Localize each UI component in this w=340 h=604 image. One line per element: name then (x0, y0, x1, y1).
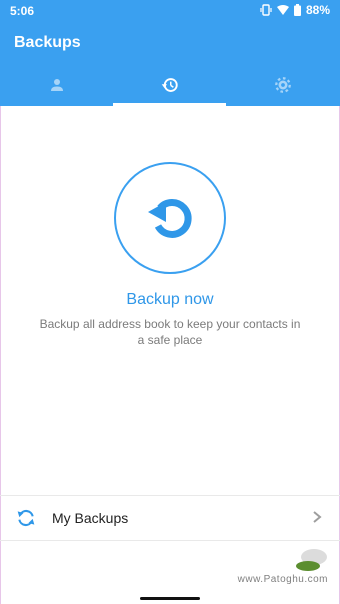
backup-description: Backup all address book to keep your con… (39, 317, 301, 347)
tab-backups[interactable] (113, 64, 226, 106)
page-title: Backups (14, 34, 81, 51)
battery-icon (293, 4, 301, 16)
watermark: www.Patoghu.com (238, 548, 328, 585)
watermark-logo (296, 549, 327, 571)
list-item-label: My Backups (52, 510, 129, 526)
tab-bar (0, 64, 340, 106)
tab-contacts[interactable] (0, 64, 113, 106)
divider (0, 540, 340, 541)
gesture-bar[interactable] (140, 597, 200, 600)
backup-now-button[interactable] (114, 162, 226, 274)
battery-level: 88% (305, 3, 330, 17)
status-time: 5:06 (10, 4, 35, 18)
watermark-text: www.Patoghu.com (237, 574, 328, 585)
history-icon (161, 78, 178, 92)
tab-settings[interactable] (227, 64, 340, 106)
wifi-icon (276, 5, 289, 15)
sync-icon (17, 509, 35, 527)
status-icons: 88% (260, 3, 330, 17)
gear-icon (275, 77, 292, 93)
person-icon (50, 79, 63, 91)
chevron-right-icon (313, 511, 322, 523)
backup-now-title[interactable]: Backup now (0, 291, 340, 309)
status-bar: 5:06 88% (0, 0, 340, 22)
active-tab-indicator (113, 103, 226, 106)
list-item-my-backups[interactable]: My Backups (0, 496, 340, 540)
vibrate-icon (260, 4, 272, 16)
backup-restore-icon (148, 198, 192, 238)
